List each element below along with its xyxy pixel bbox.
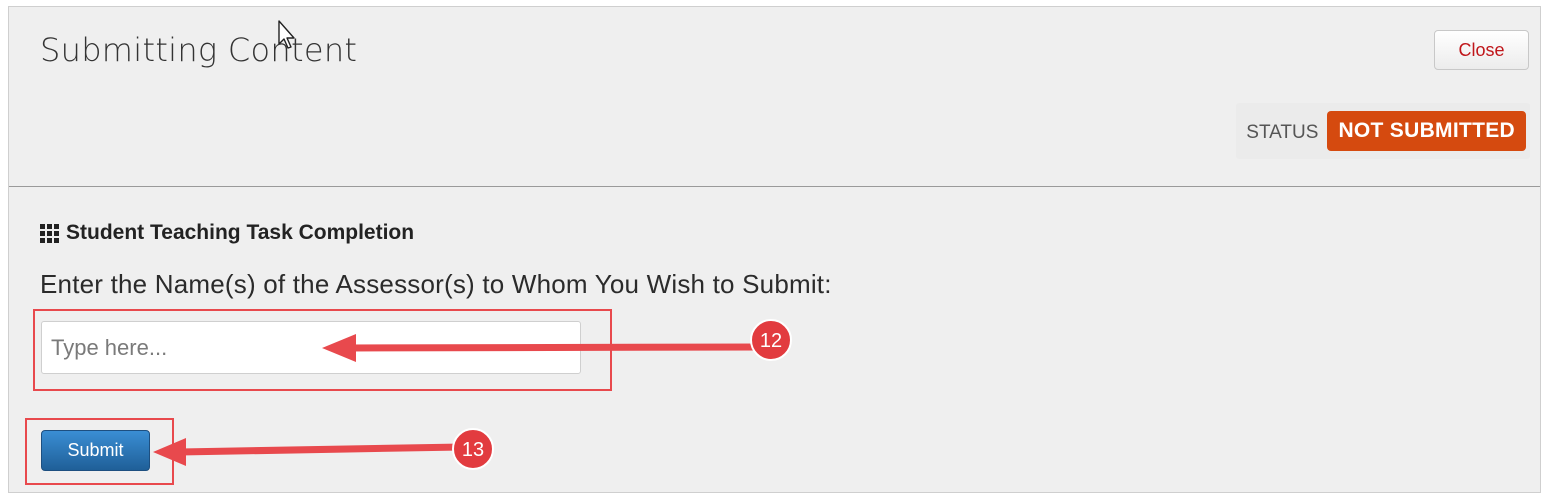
section-heading: Student Teaching Task Completion bbox=[40, 221, 414, 245]
panel-header: Submitting Content Close STATUS NOT SUBM… bbox=[9, 7, 1540, 187]
submit-button[interactable]: Submit bbox=[41, 430, 150, 471]
status-bar: STATUS NOT SUBMITTED bbox=[1236, 103, 1530, 159]
grid-icon bbox=[40, 223, 59, 243]
assessor-prompt: Enter the Name(s) of the Assessor(s) to … bbox=[40, 269, 832, 299]
close-button[interactable]: Close bbox=[1434, 30, 1529, 70]
mouse-cursor-icon bbox=[278, 20, 295, 49]
section-title: Student Teaching Task Completion bbox=[66, 221, 415, 244]
status-label: STATUS bbox=[1246, 122, 1319, 143]
submission-panel: Submitting Content Close STATUS NOT SUBM… bbox=[8, 6, 1541, 493]
status-badge: NOT SUBMITTED bbox=[1327, 111, 1526, 151]
assessor-name-input[interactable] bbox=[41, 321, 581, 374]
page-title: Submitting Content bbox=[40, 31, 358, 69]
